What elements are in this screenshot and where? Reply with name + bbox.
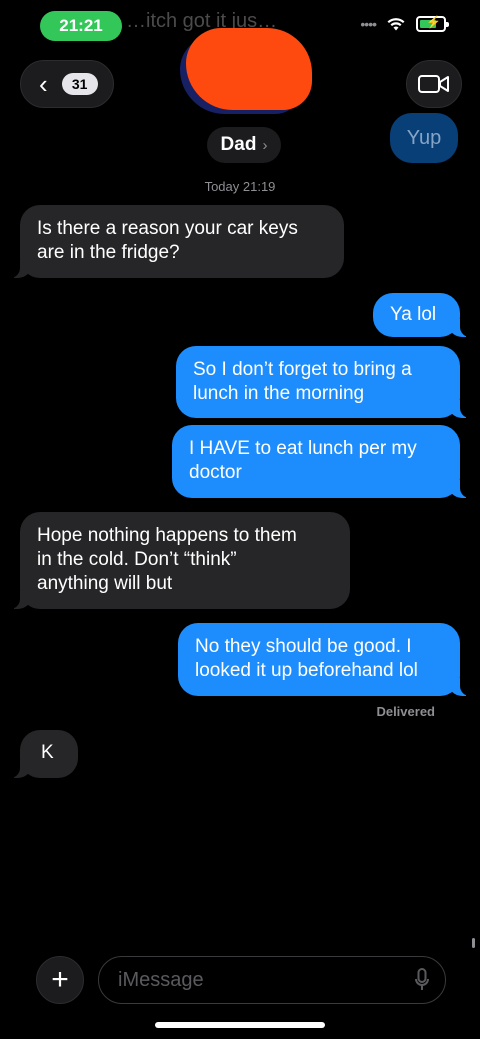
plus-icon: + [51, 963, 69, 996]
conversation-timestamp: Today 21:19 [204, 179, 276, 194]
message-input-placeholder: iMessage [118, 968, 204, 991]
video-camera-icon [418, 75, 449, 93]
wifi-icon [387, 18, 405, 31]
message-sent[interactable]: Ya lol [373, 293, 476, 337]
message-text: Ya lol [390, 304, 437, 325]
message-received[interactable]: Is there a reason your car keys are in t… [4, 205, 344, 278]
contact-name-button[interactable]: Dad › [207, 127, 281, 163]
message-received[interactable]: Hope nothing happens to them in the cold… [4, 512, 350, 609]
message-text: I HAVE to eat lunch per my doctor [189, 438, 417, 483]
video-call-button[interactable] [406, 60, 462, 108]
message-received[interactable]: K [4, 730, 78, 778]
message-text: So I don’t forget to bring a lunch in th… [193, 359, 412, 404]
back-chevron-icon: ‹ [39, 69, 48, 99]
message-sent[interactable]: I HAVE to eat lunch per my doctor [172, 425, 476, 498]
message-text: Hope nothing happens to them in the cold… [37, 525, 297, 594]
overlay-message-bubble: Yup [390, 113, 458, 163]
contact-name: Dad [220, 134, 257, 155]
unread-count-badge: 31 [61, 73, 98, 95]
message-input[interactable]: iMessage [98, 956, 446, 1004]
microphone-icon[interactable] [415, 968, 429, 992]
message-text: K [41, 742, 54, 763]
status-icons: •••• ⚡ [360, 15, 449, 32]
contact-avatar-redacted[interactable] [186, 28, 312, 110]
status-time: 21:21 [40, 11, 122, 41]
add-attachment-button[interactable]: + [36, 956, 84, 1004]
message-sent[interactable]: No they should be good. I looked it up b… [178, 623, 476, 696]
message-text: Is there a reason your car keys are in t… [37, 218, 298, 263]
message-sent[interactable]: So I don’t forget to bring a lunch in th… [176, 346, 476, 418]
scroll-indicator[interactable] [472, 938, 475, 948]
battery-charging-icon: ⚡ [416, 15, 449, 32]
message-text: No they should be good. I looked it up b… [195, 636, 418, 681]
delivered-status: Delivered [376, 704, 435, 719]
back-button[interactable]: ‹ 31 [20, 60, 114, 108]
home-indicator[interactable] [155, 1022, 325, 1028]
signal-icon: •••• [360, 16, 377, 32]
chevron-right-icon: › [262, 136, 268, 154]
